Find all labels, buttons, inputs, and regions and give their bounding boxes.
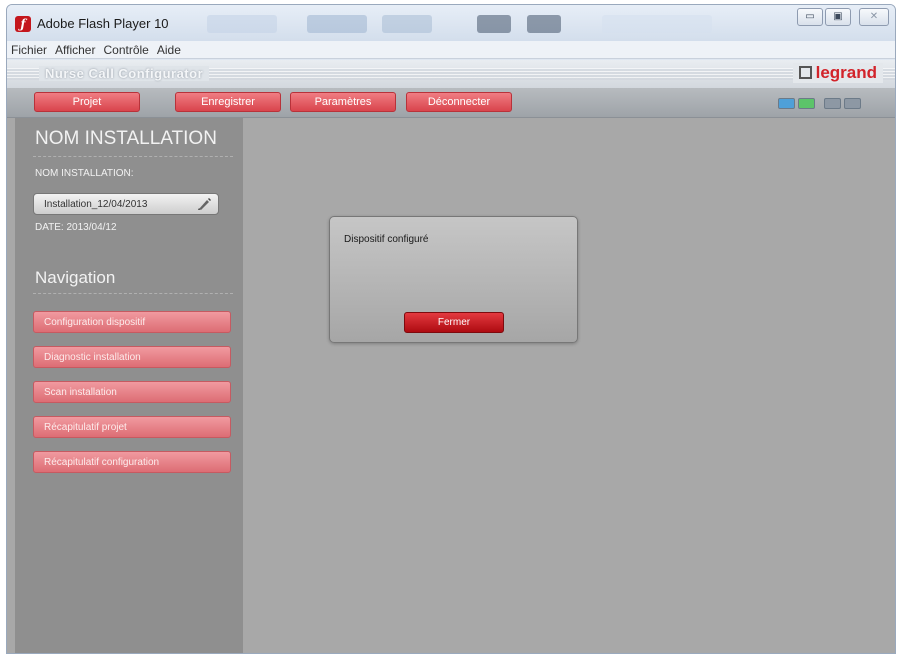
titlebar-blur-decoration bbox=[307, 15, 367, 33]
installation-name-label: NOM INSTALLATION: bbox=[35, 168, 134, 179]
titlebar-blur-decoration bbox=[207, 15, 277, 33]
title-bar[interactable]: ƒ Adobe Flash Player 10 ▭ ▣ ✕ bbox=[7, 5, 895, 41]
menu-fichier[interactable]: Fichier bbox=[7, 41, 51, 57]
confirmation-dialog: Dispositif configuré Fermer bbox=[329, 216, 578, 343]
legrand-logo: legrand bbox=[792, 63, 883, 83]
titlebar-blur-decoration bbox=[477, 15, 511, 33]
navigation-heading: Navigation bbox=[35, 268, 116, 287]
flash-content-area: Nurse Call Configurator legrand Projet E… bbox=[7, 60, 895, 653]
divider bbox=[33, 293, 233, 294]
titlebar-blur-decoration bbox=[382, 15, 432, 33]
titlebar-blur-decoration bbox=[527, 15, 561, 33]
edit-pencil-icon[interactable] bbox=[196, 197, 212, 211]
menu-bar: Fichier Afficher Contrôle Aide bbox=[7, 41, 895, 59]
titlebar-blur-decoration bbox=[602, 15, 712, 33]
installation-name-value: Installation_12/04/2013 bbox=[44, 199, 148, 210]
nav-diagnostic-installation[interactable]: Diagnostic installation bbox=[33, 346, 231, 368]
green-indicator-button[interactable] bbox=[798, 98, 815, 109]
nav-scan-installation[interactable]: Scan installation bbox=[33, 381, 231, 403]
dialog-message: Dispositif configuré bbox=[344, 234, 429, 245]
maximize-button[interactable]: ▣ bbox=[825, 8, 851, 26]
minimize-button[interactable]: ▭ bbox=[797, 8, 823, 26]
sidebar: NOM INSTALLATION NOM INSTALLATION: Insta… bbox=[15, 118, 243, 653]
blue-indicator-button[interactable] bbox=[778, 98, 795, 109]
installation-heading: NOM INSTALLATION bbox=[35, 128, 217, 149]
flash-player-window: ƒ Adobe Flash Player 10 ▭ ▣ ✕ Fichier Aff… bbox=[6, 4, 896, 654]
brand-name: legrand bbox=[815, 63, 877, 82]
parametres-button[interactable]: Paramètres bbox=[290, 92, 396, 112]
projet-button[interactable]: Projet bbox=[34, 92, 140, 112]
nav-recapitulatif-configuration[interactable]: Récapitulatif configuration bbox=[33, 451, 231, 473]
divider bbox=[33, 156, 233, 157]
app-name: Nurse Call Configurator bbox=[39, 66, 210, 81]
menu-afficher[interactable]: Afficher bbox=[51, 41, 99, 57]
enregistrer-button[interactable]: Enregistrer bbox=[175, 92, 281, 112]
flash-player-icon: ƒ bbox=[15, 16, 31, 32]
toolbar: Projet Enregistrer Paramètres Déconnecte… bbox=[7, 88, 895, 118]
app-header: Nurse Call Configurator legrand bbox=[7, 60, 895, 88]
fermer-button[interactable]: Fermer bbox=[404, 312, 504, 333]
nav-configuration-dispositif[interactable]: Configuration dispositif bbox=[33, 311, 231, 333]
deconnecter-button[interactable]: Déconnecter bbox=[406, 92, 512, 112]
menu-controle[interactable]: Contrôle bbox=[99, 41, 152, 57]
close-app-button[interactable] bbox=[844, 98, 861, 109]
legrand-mark-icon bbox=[798, 66, 812, 79]
close-button[interactable]: ✕ bbox=[859, 8, 889, 26]
installation-name-field[interactable]: Installation_12/04/2013 bbox=[33, 193, 219, 215]
nav-recapitulatif-projet[interactable]: Récapitulatif projet bbox=[33, 416, 231, 438]
minimize-app-button[interactable] bbox=[824, 98, 841, 109]
window-title: Adobe Flash Player 10 bbox=[37, 16, 169, 31]
installation-date: DATE: 2013/04/12 bbox=[35, 222, 117, 233]
menu-aide[interactable]: Aide bbox=[153, 41, 185, 57]
